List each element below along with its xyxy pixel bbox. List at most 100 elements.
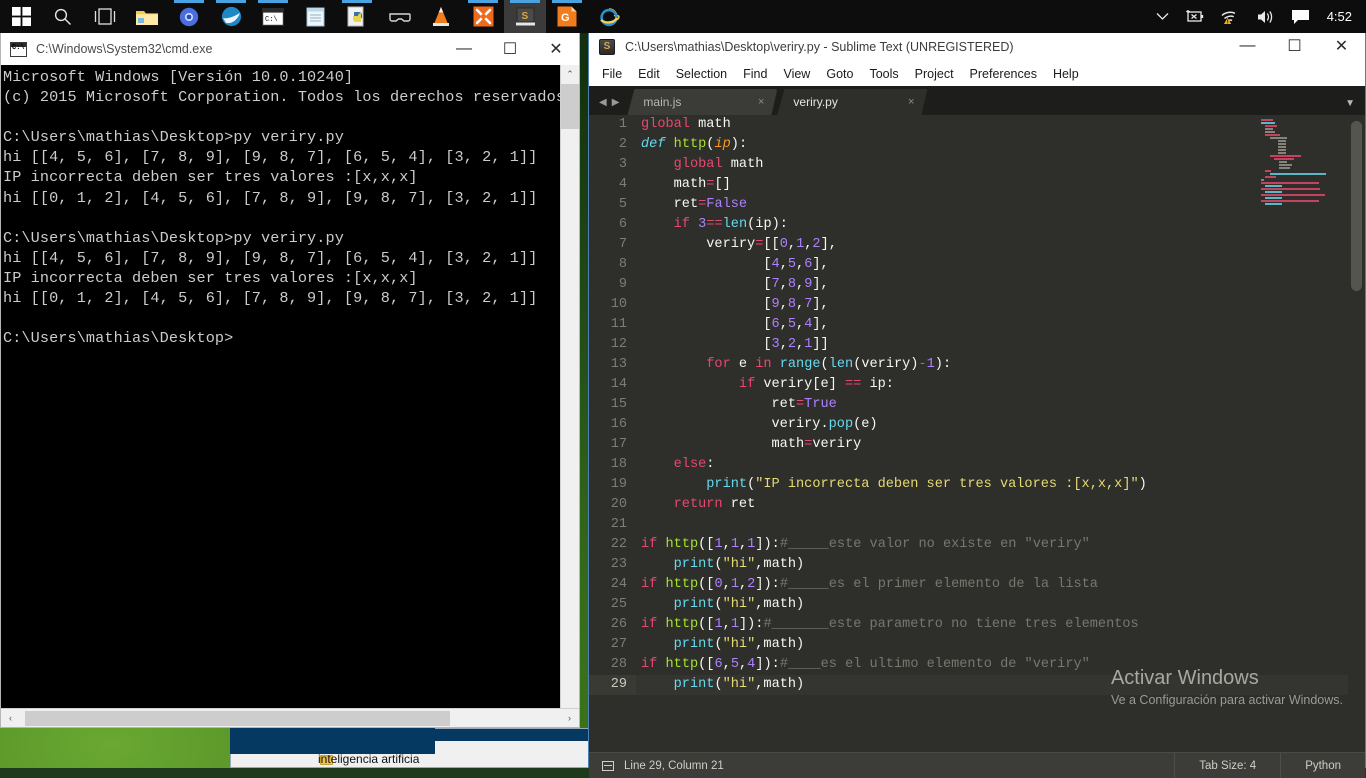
code-line[interactable]: ret=True [636, 395, 1365, 415]
code-line[interactable]: math=veriry [636, 435, 1365, 455]
cmd-hscroll-track[interactable] [20, 709, 560, 728]
sublime-close-button[interactable]: ✕ [1318, 31, 1365, 61]
cmd-console-area[interactable]: Microsoft Windows [Versión 10.0.10240] (… [1, 65, 579, 727]
code-line[interactable]: [3,2,1]] [636, 335, 1365, 355]
tab-navigation[interactable]: ◀ ▶ [589, 97, 627, 115]
menu-item-view[interactable]: View [775, 64, 818, 84]
code-line[interactable]: if http([1,1,1]):#_____este valor no exi… [636, 535, 1365, 555]
menu-item-selection[interactable]: Selection [668, 64, 735, 84]
sidebar-toggle-icon[interactable] [602, 761, 614, 771]
cmd-vertical-scrollbar[interactable]: ⌃ [560, 65, 579, 708]
file-explorer-icon[interactable] [126, 0, 168, 33]
cmd-window[interactable]: C:\Windows\System32\cmd.exe — ☐ ✕ Micros… [0, 33, 580, 728]
tab-main-js[interactable]: main.js× [627, 89, 777, 115]
sublime-editor[interactable]: 1234567891011121314151617181920212223242… [589, 115, 1365, 752]
menu-item-preferences[interactable]: Preferences [962, 64, 1045, 84]
xampp-icon[interactable] [462, 0, 504, 33]
code-line[interactable]: [4,5,6], [636, 255, 1365, 275]
sublime-text-window[interactable]: C:\Users\mathias\Desktop\veriry.py - Sub… [588, 30, 1366, 768]
search-icon[interactable] [42, 0, 84, 33]
code-line[interactable]: ret=False [636, 195, 1365, 215]
code-line[interactable]: return ret [636, 495, 1365, 515]
code-line[interactable] [636, 515, 1365, 535]
sublime-minimize-button[interactable]: — [1224, 31, 1271, 61]
code-line[interactable]: veriry.pop(e) [636, 415, 1365, 435]
code-line[interactable]: print("hi",math) [636, 595, 1365, 615]
cmd-horizontal-scrollbar[interactable]: ‹ › [1, 708, 579, 727]
cmd-maximize-button[interactable]: ☐ [487, 33, 533, 64]
vlc-icon[interactable] [420, 0, 462, 33]
wifi-warning-icon[interactable] [1212, 0, 1248, 33]
menu-item-find[interactable]: Find [735, 64, 775, 84]
code-minimap[interactable] [1261, 119, 1347, 219]
tab-prev-icon[interactable]: ◀ [599, 97, 607, 108]
menu-item-project[interactable]: Project [907, 64, 962, 84]
code-line[interactable]: [7,8,9], [636, 275, 1365, 295]
code-area[interactable]: global mathdef http(ip): global math mat… [636, 115, 1365, 752]
code-line[interactable]: veriry=[[0,1,2], [636, 235, 1365, 255]
menu-item-edit[interactable]: Edit [630, 64, 668, 84]
cmd-close-button[interactable]: ✕ [533, 33, 579, 64]
menu-item-help[interactable]: Help [1045, 64, 1087, 84]
tab-close-icon[interactable]: × [728, 96, 764, 108]
code-line[interactable]: print("hi",math) [636, 635, 1365, 655]
show-hidden-icons-chevron[interactable] [1149, 0, 1176, 33]
minimap-line [1261, 179, 1264, 181]
cmd-hscroll-thumb[interactable] [25, 711, 450, 726]
code-line[interactable]: print("hi",math) [636, 555, 1365, 575]
code-token: "hi" [723, 597, 756, 612]
vr-headset-icon[interactable] [378, 0, 420, 33]
tab-next-icon[interactable]: ▶ [612, 97, 620, 108]
code-token: = [796, 397, 804, 412]
svg-text:C:\: C:\ [265, 16, 278, 24]
code-line[interactable]: for e in range(len(veriry)-1): [636, 355, 1365, 375]
editor-scroll-thumb[interactable] [1351, 121, 1362, 291]
cmd-minimize-button[interactable]: — [441, 33, 487, 64]
chrome-icon[interactable] [168, 0, 210, 33]
speaker-icon[interactable] [1248, 0, 1284, 33]
battery-not-detected-icon[interactable] [1176, 0, 1212, 33]
code-line[interactable]: print("IP incorrecta deben ser tres valo… [636, 475, 1365, 495]
cmd-titlebar[interactable]: C:\Windows\System32\cmd.exe — ☐ ✕ [1, 33, 579, 65]
sublime-text-icon[interactable]: S [504, 0, 546, 33]
code-line[interactable]: [6,5,4], [636, 315, 1365, 335]
code-line[interactable]: if http([1,1]):#_______este parametro no… [636, 615, 1365, 635]
cmd-scroll-right-arrow[interactable]: › [560, 713, 579, 723]
tab-veriry-py[interactable]: veriry.py× [777, 89, 927, 115]
code-line[interactable]: if 3==len(ip): [636, 215, 1365, 235]
line-number: 7 [589, 235, 636, 255]
code-line[interactable]: [9,8,7], [636, 295, 1365, 315]
cmd-icon[interactable]: C:\ [252, 0, 294, 33]
sublime-titlebar[interactable]: C:\Users\mathias\Desktop\veriry.py - Sub… [589, 31, 1365, 62]
python-idle-icon[interactable] [336, 0, 378, 33]
menu-item-file[interactable]: File [594, 64, 630, 84]
notifications-icon[interactable] [1284, 0, 1317, 33]
tab-overflow-menu-icon[interactable]: ▼ [1345, 98, 1355, 109]
cmd-scroll-left-arrow[interactable]: ‹ [1, 713, 20, 723]
editor-vertical-scrollbar[interactable] [1348, 115, 1365, 752]
tab-size-label[interactable]: Tab Size: 4 [1174, 753, 1280, 778]
menu-item-goto[interactable]: Goto [818, 64, 861, 84]
browser-icon[interactable] [210, 0, 252, 33]
internet-explorer-icon[interactable] [588, 0, 630, 33]
code-line[interactable]: else: [636, 455, 1365, 475]
task-view-icon[interactable] [84, 0, 126, 33]
notepad-icon[interactable] [294, 0, 336, 33]
code-line[interactable]: def http(ip): [636, 135, 1365, 155]
sublime-maximize-button[interactable]: ☐ [1271, 31, 1318, 61]
cmd-vscroll-thumb[interactable] [561, 84, 579, 129]
code-token: ip [714, 137, 730, 152]
syntax-label[interactable]: Python [1280, 753, 1365, 778]
code-line[interactable]: if veriry[e] == ip: [636, 375, 1365, 395]
taskbar-clock[interactable]: 4:52 [1317, 0, 1366, 33]
code-line[interactable]: global math [636, 155, 1365, 175]
minimap-line [1265, 203, 1282, 205]
g-app-icon[interactable]: G [546, 0, 588, 33]
menu-item-tools[interactable]: Tools [861, 64, 906, 84]
code-line[interactable]: math=[] [636, 175, 1365, 195]
code-line[interactable]: global math [636, 115, 1365, 135]
cmd-scroll-up-arrow[interactable]: ⌃ [561, 65, 579, 84]
start-button[interactable] [0, 0, 42, 33]
tab-close-icon[interactable]: × [878, 96, 914, 108]
code-line[interactable]: if http([0,1,2]):#_____es el primer elem… [636, 575, 1365, 595]
